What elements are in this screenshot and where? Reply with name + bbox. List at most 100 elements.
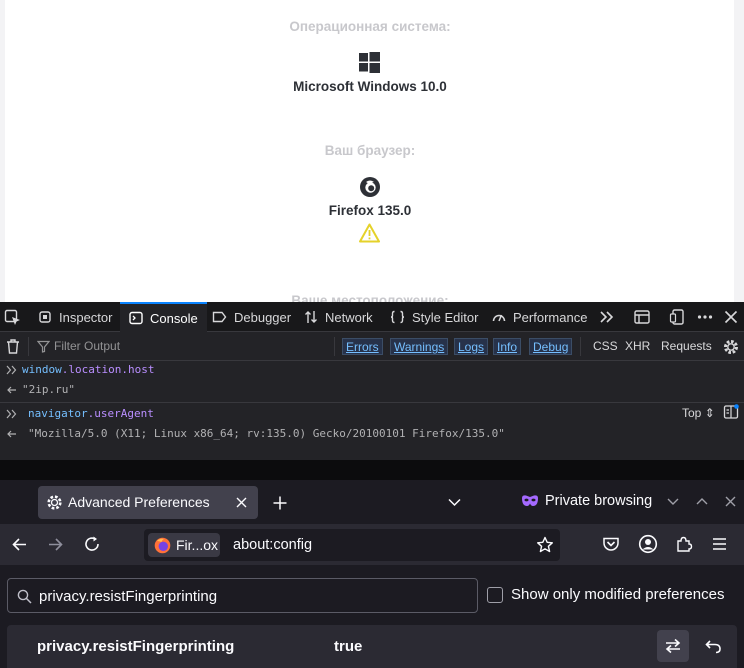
maximize-chevron-icon[interactable]: [695, 496, 709, 507]
search-value: privacy.resistFingerprinting: [39, 588, 218, 605]
input-chevron-icon: [6, 365, 17, 375]
preference-value: true: [334, 638, 363, 655]
gear-icon: [47, 495, 62, 510]
browser-label: Ваш браузер:: [324, 143, 416, 158]
tab-inspector[interactable]: Inspector: [38, 302, 112, 332]
new-tab-icon[interactable]: [272, 495, 288, 511]
style-editor-icon: [390, 310, 405, 324]
tab-console-label: Console: [150, 310, 198, 326]
devtools-toolbar: Inspector Console Debugger Network Style…: [0, 302, 744, 332]
console-input-row: window.location.host: [0, 360, 744, 380]
account-avatar-icon[interactable]: [638, 534, 658, 554]
trash-icon[interactable]: [5, 338, 21, 355]
result-arrow-icon: [7, 430, 16, 438]
network-icon: [305, 311, 317, 323]
hamburger-menu-icon[interactable]: [711, 536, 728, 552]
reset-button[interactable]: [697, 630, 729, 662]
browser-value: Firefox 135.0: [328, 203, 412, 218]
divider: [28, 337, 29, 356]
filter-icon: [37, 340, 50, 353]
list-tabs-chevron-icon[interactable]: [447, 496, 462, 508]
tab-network-label: Network: [325, 309, 373, 325]
reload-icon[interactable]: [83, 535, 101, 553]
console-icon: [129, 311, 143, 325]
preference-search-input[interactable]: privacy.resistFingerprinting: [7, 578, 478, 613]
result-value: "2ip.ru": [22, 383, 75, 396]
console-result-row: "2ip.ru": [0, 380, 744, 400]
devtools-panel: Inspector Console Debugger Network Style…: [0, 302, 744, 480]
debugger-icon: [212, 311, 227, 323]
tab-inspector-label: Inspector: [59, 309, 113, 325]
console-result-row: "Mozilla/5.0 (X11; Linux x86_64; rv:135.…: [0, 424, 744, 444]
warning-icon: [359, 223, 380, 243]
os-label: Операционная система:: [289, 19, 451, 34]
undo-icon: [704, 639, 721, 653]
context-selector[interactable]: Top ⇕: [682, 406, 715, 420]
show-modified-label[interactable]: Show only modified preferences: [511, 586, 724, 603]
kebab-menu-icon[interactable]: [696, 308, 714, 326]
tab-debugger[interactable]: Debugger: [212, 302, 291, 332]
url-bar[interactable]: Fir...ox about:config: [144, 529, 560, 561]
identity-box[interactable]: Fir...ox: [148, 533, 220, 557]
level-info[interactable]: Info: [493, 338, 522, 355]
console-input-area[interactable]: [0, 460, 744, 480]
performance-icon: [492, 314, 506, 322]
frame-icon[interactable]: [633, 308, 651, 326]
tab-style-editor[interactable]: Style Editor: [390, 302, 478, 332]
tab-console[interactable]: Console: [120, 302, 207, 332]
filter-requests[interactable]: Requests: [661, 339, 712, 353]
input-chevron-icon: [6, 409, 17, 419]
forward-arrow-icon[interactable]: [47, 536, 64, 553]
pick-element-icon[interactable]: [4, 309, 22, 327]
show-modified-checkbox[interactable]: [487, 587, 503, 603]
minimize-chevron-icon[interactable]: [666, 496, 680, 507]
level-errors[interactable]: Errors: [342, 338, 383, 355]
level-warnings[interactable]: Warnings: [390, 338, 449, 355]
os-value: Microsoft Windows 10.0: [293, 79, 447, 94]
more-tools-icon[interactable]: [598, 308, 616, 326]
filter-css[interactable]: CSS: [593, 339, 618, 353]
tab-debugger-label: Debugger: [234, 309, 292, 325]
url-text[interactable]: about:config: [233, 537, 312, 553]
editor-mode-icon[interactable]: [723, 404, 739, 420]
input-object: navigator: [28, 407, 88, 420]
extensions-puzzle-icon[interactable]: [675, 535, 693, 553]
toggle-button[interactable]: [657, 630, 689, 662]
level-debug[interactable]: Debug: [529, 338, 573, 355]
tab-title: Advanced Preferences: [68, 494, 210, 510]
tab-network[interactable]: Network: [304, 302, 373, 332]
tab-advanced-preferences[interactable]: Advanced Preferences: [38, 486, 258, 519]
bookmark-star-icon[interactable]: [536, 536, 554, 554]
close-tab-icon[interactable]: [236, 497, 247, 508]
input-property: .location.host: [61, 363, 155, 376]
close-window-icon[interactable]: [725, 496, 736, 507]
back-arrow-icon[interactable]: [11, 536, 28, 553]
firefox-logo-icon: [154, 537, 171, 554]
private-browsing-label: Private browsing: [545, 493, 653, 509]
close-devtools-icon[interactable]: [722, 308, 740, 326]
preference-name: privacy.resistFingerprinting: [37, 638, 235, 655]
filter-output-input[interactable]: Filter Output: [54, 339, 120, 353]
search-icon: [17, 589, 32, 604]
result-value: "Mozilla/5.0 (X11; Linux x86_64; rv:135.…: [28, 427, 505, 440]
tab-performance-label: Performance: [513, 309, 588, 325]
input-object: window: [22, 363, 62, 376]
console-settings-gear-icon[interactable]: [722, 338, 740, 356]
about-config-page: privacy.resistFingerprinting Show only m…: [0, 565, 744, 668]
console-separator: [0, 402, 744, 403]
result-arrow-icon: [7, 386, 16, 394]
tab-performance[interactable]: Performance: [492, 302, 587, 332]
responsive-design-icon[interactable]: [669, 308, 687, 326]
context-label: Top: [682, 406, 702, 420]
filter-xhr[interactable]: XHR: [625, 339, 650, 353]
level-logs[interactable]: Logs: [454, 338, 489, 355]
console-output: window.location.host "2ip.ru" navigator.…: [0, 362, 744, 480]
tab-bar: Advanced Preferences Private browsing: [0, 480, 744, 524]
navigation-toolbar: Fir...ox about:config: [0, 524, 744, 565]
console-filter-bar: Filter Output Errors Warnings Logs Info …: [0, 332, 744, 361]
pocket-icon[interactable]: [602, 535, 620, 553]
console-input-row: navigator.userAgent: [0, 404, 744, 424]
preference-row: privacy.resistFingerprinting true: [7, 625, 737, 668]
web-page: Операционная система: Microsoft Windows …: [0, 0, 744, 302]
toggle-arrows-icon: [665, 638, 681, 654]
